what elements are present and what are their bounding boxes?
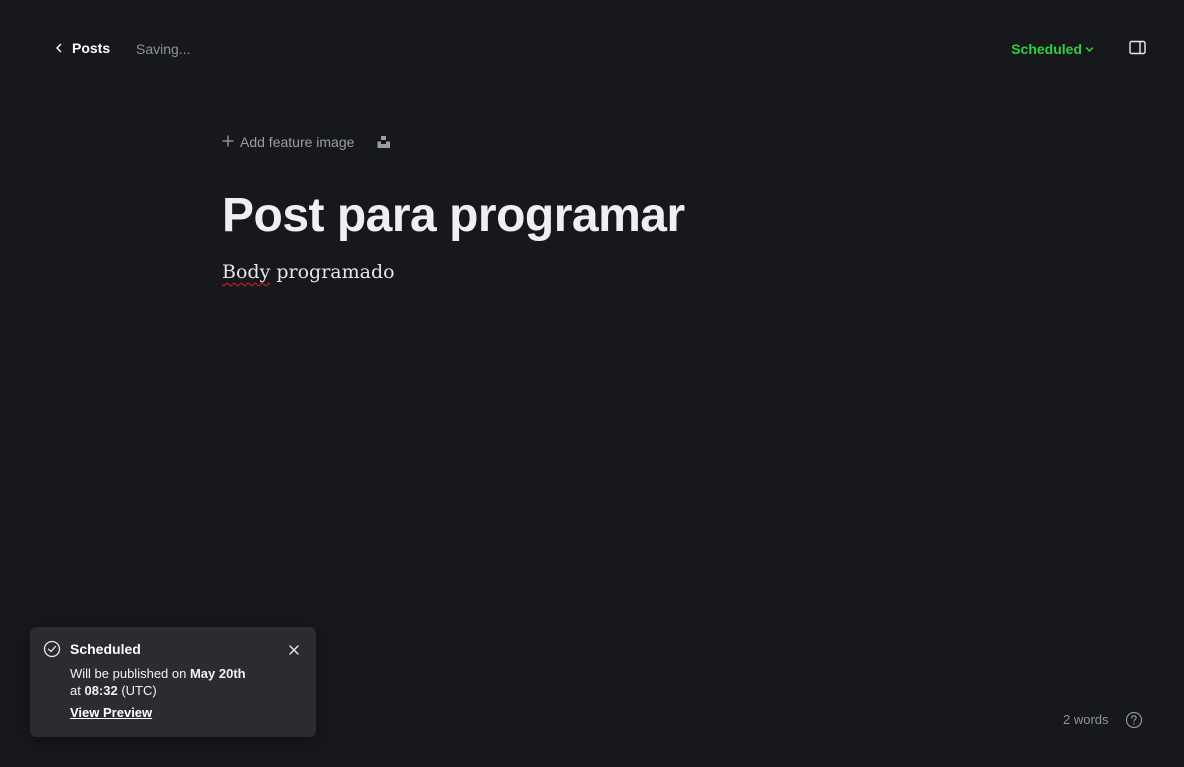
feature-image-row: Add feature image: [222, 120, 982, 164]
chevron-down-icon: [1085, 41, 1094, 57]
post-body[interactable]: Body programado: [222, 261, 982, 283]
add-feature-image-label: Add feature image: [240, 134, 355, 150]
notification-message: Will be published on May 20th at 08:32 (…: [70, 665, 300, 699]
editor-header: Posts Saving... Scheduled: [0, 0, 1184, 96]
notification-title: Scheduled: [70, 641, 141, 657]
post-status-label: Scheduled: [1011, 41, 1082, 57]
unsplash-icon: [376, 136, 392, 154]
help-button[interactable]: [1125, 711, 1143, 729]
chevron-left-icon: [54, 43, 64, 53]
sidebar-toggle-icon: [1129, 40, 1147, 60]
plus-icon: [222, 134, 234, 150]
post-title[interactable]: Post para programar: [222, 188, 982, 243]
publish-date: May 20th: [189, 666, 246, 681]
post-body-misspelled-word: Body: [222, 261, 271, 284]
post-body-text: programado: [270, 261, 395, 284]
close-icon: [288, 643, 300, 660]
back-to-posts-link[interactable]: Posts: [54, 40, 110, 56]
word-count: 2 words: [1063, 712, 1109, 727]
save-status: Saving...: [136, 41, 191, 57]
back-link-label: Posts: [72, 40, 111, 56]
check-circle-icon: [43, 640, 61, 658]
message-at: at: [70, 683, 85, 698]
publish-time: 08:32: [84, 683, 118, 698]
sidebar-toggle-button[interactable]: [1129, 40, 1147, 56]
post-editor: Add feature image Post para programar Bo…: [222, 120, 982, 283]
scheduled-notification: Scheduled Will be published on May 20th …: [30, 627, 316, 737]
help-icon: [1125, 711, 1143, 733]
add-feature-image-button[interactable]: Add feature image: [222, 134, 354, 150]
view-preview-link[interactable]: View Preview: [70, 705, 152, 720]
post-status-dropdown[interactable]: Scheduled: [1011, 41, 1094, 57]
notification-close-button[interactable]: [288, 643, 300, 655]
message-prefix: Will be published on: [70, 666, 190, 681]
unsplash-button[interactable]: [376, 134, 392, 150]
publish-timezone: (UTC): [117, 683, 157, 698]
